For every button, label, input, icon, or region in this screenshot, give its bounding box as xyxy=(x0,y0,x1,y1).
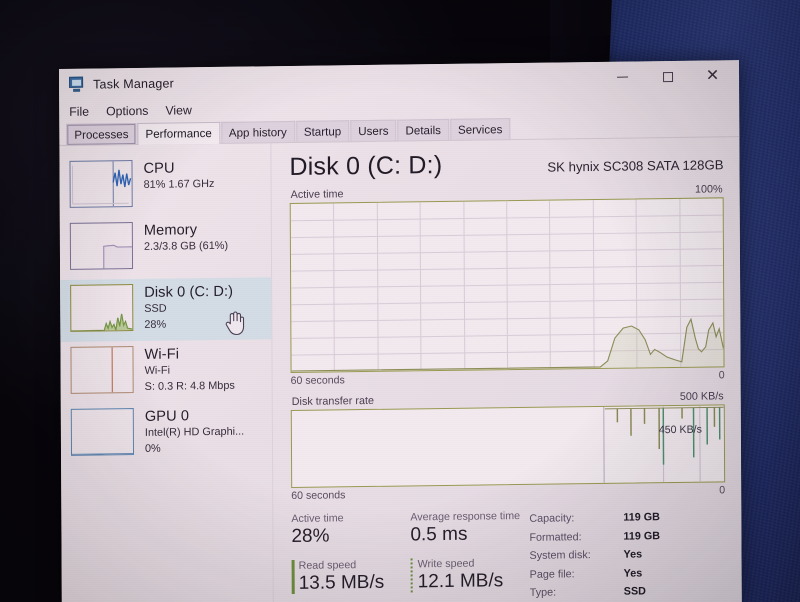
stat-active-time-value: 28% xyxy=(291,525,330,548)
stats-area: Active time 28% Average response time 0.… xyxy=(291,506,725,602)
sidebar-item-gpu-0-model: Intel(R) HD Graphi... xyxy=(144,425,245,440)
cpu-thumbnail-graph xyxy=(69,160,133,208)
minimize-button[interactable] xyxy=(600,62,645,93)
stat-read-speed-label: Read speed xyxy=(298,559,357,572)
window-controls: ✕ xyxy=(600,60,735,93)
sidebar-item-memory[interactable]: Memory 2.3/3.8 GB (61%) xyxy=(60,215,271,280)
menu-item-view[interactable]: View xyxy=(165,103,192,117)
stat-read-speed: Read speed 13.5 MB/s xyxy=(292,557,411,596)
stat-write-speed-value: 12.1 MB/s xyxy=(417,570,504,593)
disk-transfer-rate-chart-block: Disk transfer rate 500 KB/s 450 KB/s 60 … xyxy=(290,390,726,502)
sidebar-item-disk-0-usage: 28% xyxy=(144,318,167,331)
active-time-chart-x-right: 0 xyxy=(718,369,725,382)
minimize-icon xyxy=(617,76,629,78)
tab-processes[interactable]: Processes xyxy=(66,122,137,146)
disk-properties: Capacity: 119 GB Formatted: 119 GB Syste… xyxy=(529,506,725,602)
wifi-thumbnail-graph xyxy=(70,346,134,394)
stat-average-response-time-label: Average response time xyxy=(410,510,521,524)
tab-startup[interactable]: Startup xyxy=(295,120,350,143)
close-icon: ✕ xyxy=(705,66,720,85)
sidebar-item-disk-0[interactable]: Disk 0 (C: D:) SSD 28% xyxy=(60,277,272,343)
stat-write-speed: Write speed 12.1 MB/s xyxy=(411,556,530,595)
tab-performance[interactable]: Performance xyxy=(137,121,220,145)
performance-sidebar: CPU 81% 1.67 GHz Memory 2.3/3.8 GB (61%) xyxy=(59,143,274,602)
property-system-disk-value: Yes xyxy=(623,548,643,561)
tab-users[interactable]: Users xyxy=(350,119,397,143)
window-title: Task Manager xyxy=(93,75,175,92)
sidebar-item-disk-0-type: SSD xyxy=(144,302,167,316)
property-page-file-key: Page file: xyxy=(529,567,575,581)
property-type-value: SSD xyxy=(623,585,646,598)
stats-metrics: Active time 28% Average response time 0.… xyxy=(291,509,529,602)
sidebar-item-disk-0-label: Disk 0 (C: D:) xyxy=(144,283,234,301)
stat-average-response-time: Average response time 0.5 ms xyxy=(410,509,529,548)
active-time-chart xyxy=(289,197,725,373)
task-manager-icon xyxy=(68,76,85,92)
disk-thumbnail-graph xyxy=(70,284,134,332)
stat-write-speed-label: Write speed xyxy=(417,557,475,571)
sidebar-item-memory-label: Memory xyxy=(143,222,198,239)
close-button[interactable]: ✕ xyxy=(690,61,735,92)
disk-transfer-rate-chart-max: 500 KB/s xyxy=(679,390,724,403)
main-header: Disk 0 (C: D:) SK hynix SC308 SATA 128GB xyxy=(289,149,724,181)
page-title: Disk 0 (C: D:) xyxy=(289,150,443,181)
menu-item-options[interactable]: Options xyxy=(106,104,148,119)
tab-app-history[interactable]: App history xyxy=(220,120,295,144)
disk-transfer-rate-annotation: 450 KB/s xyxy=(658,423,702,437)
sidebar-item-cpu-stats: 81% 1.67 GHz xyxy=(143,178,215,192)
property-capacity-key: Capacity: xyxy=(529,512,575,525)
sidebar-item-cpu[interactable]: CPU 81% 1.67 GHz xyxy=(59,153,270,218)
stat-active-time: Active time 28% xyxy=(291,510,410,549)
stat-read-speed-value: 13.5 MB/s xyxy=(298,572,385,595)
sidebar-item-cpu-label: CPU xyxy=(143,160,175,177)
disk-transfer-rate-chart: 450 KB/s xyxy=(290,404,726,488)
sidebar-item-memory-stats: 2.3/3.8 GB (61%) xyxy=(143,240,229,254)
memory-thumbnail-graph xyxy=(69,222,134,270)
sidebar-item-gpu-0-label: GPU 0 xyxy=(144,408,190,425)
property-type: Type: SSD xyxy=(530,582,726,602)
disk-transfer-rate-chart-label: Disk transfer rate xyxy=(291,394,374,408)
sidebar-item-gpu-0[interactable]: GPU 0 Intel(R) HD Graphi... 0% xyxy=(61,401,272,466)
active-time-chart-label: Active time xyxy=(290,188,344,201)
property-system-disk-key: System disk: xyxy=(529,549,591,563)
active-time-chart-x-left: 60 seconds xyxy=(290,374,345,387)
gpu-thumbnail-graph xyxy=(70,408,135,456)
property-formatted-value: 119 GB xyxy=(623,529,661,543)
stat-active-time-label: Active time xyxy=(291,512,344,525)
property-type-key: Type: xyxy=(529,586,557,600)
stat-average-response-time-value: 0.5 ms xyxy=(410,524,468,546)
maximize-icon xyxy=(662,71,673,82)
task-manager-window: Task Manager ✕ File Options View Process… xyxy=(59,60,742,602)
performance-main-panel: Disk 0 (C: D:) SK hynix SC308 SATA 128GB… xyxy=(271,137,741,602)
sidebar-item-wifi[interactable]: Wi-Fi Wi-Fi S: 0.3 R: 4.8 Mbps xyxy=(60,339,271,404)
disk-transfer-rate-chart-x-right: 0 xyxy=(719,484,726,497)
menu-item-file[interactable]: File xyxy=(69,105,89,119)
sidebar-item-wifi-throughput: S: 0.3 R: 4.8 Mbps xyxy=(144,379,235,393)
sidebar-item-wifi-label: Wi-Fi xyxy=(144,346,180,363)
sidebar-item-gpu-0-usage: 0% xyxy=(144,442,161,455)
active-time-chart-max: 100% xyxy=(694,183,723,196)
property-formatted-key: Formatted: xyxy=(529,530,582,544)
property-capacity-value: 119 GB xyxy=(623,511,660,524)
tab-details[interactable]: Details xyxy=(397,118,449,142)
tab-services[interactable]: Services xyxy=(449,118,511,141)
property-page-file-value: Yes xyxy=(623,567,643,580)
active-time-chart-block: Active time 100% 60 seconds 0 xyxy=(289,183,725,387)
disk-model-label: SK hynix SC308 SATA 128GB xyxy=(547,157,724,175)
maximize-button[interactable] xyxy=(645,61,690,92)
sidebar-item-wifi-type: Wi-Fi xyxy=(144,364,171,378)
disk-transfer-rate-chart-x-left: 60 seconds xyxy=(291,489,346,502)
